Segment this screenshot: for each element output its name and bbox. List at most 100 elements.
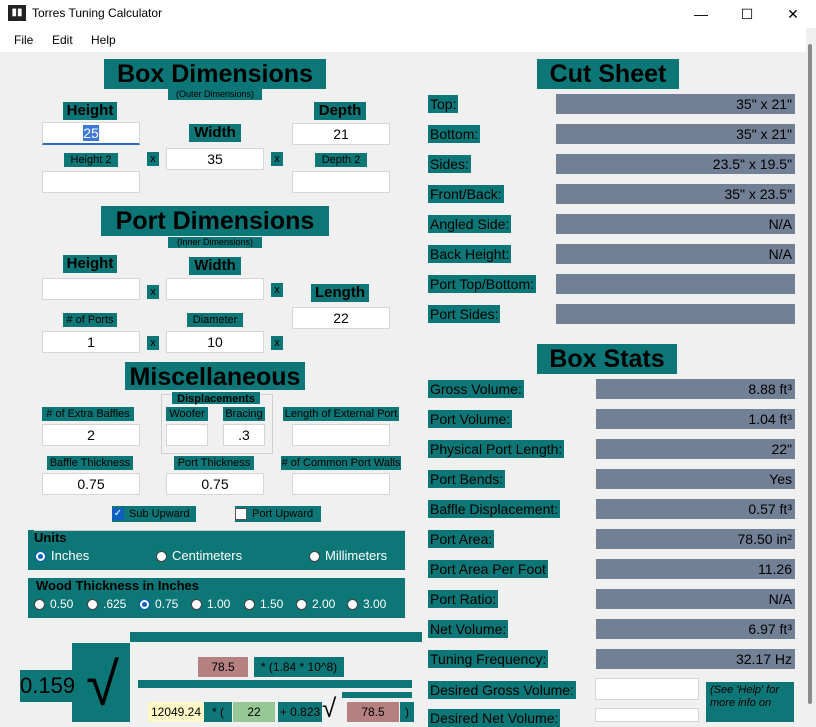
baffle-thickness-input[interactable]: 0.75 <box>42 473 140 495</box>
formula-volume: 12049.24 <box>148 702 204 722</box>
sqrt-small-icon: √ <box>322 693 337 723</box>
radio-selected-icon <box>35 551 46 563</box>
radio-icon <box>34 599 45 611</box>
stat-areaperfoot-value: 11.26 <box>596 559 795 579</box>
stat-portlength-value: 22" <box>596 439 795 459</box>
baffle-thickness-label: Baffle Thickness <box>47 456 133 470</box>
woofer-input[interactable] <box>166 424 208 446</box>
formula-length: 22 <box>233 702 275 722</box>
stat-bends-value: Yes <box>596 469 795 489</box>
group-border <box>34 530 405 531</box>
wood-300-radio[interactable]: 3.00 <box>347 596 386 612</box>
sub-upward-checkbox[interactable]: ✓ Sub Upward <box>112 506 196 522</box>
stat-ratio-label: Port Ratio: <box>428 590 499 608</box>
desired-net-label: Desired Net Volume: <box>428 709 561 727</box>
times-mark: x <box>271 152 283 166</box>
times-mark: x <box>271 283 283 297</box>
checkmark-icon: ✓ <box>112 508 124 521</box>
extra-baffles-input[interactable]: 2 <box>42 424 140 446</box>
wood-200-radio[interactable]: 2.00 <box>296 596 335 612</box>
num-ports-input[interactable]: 1 <box>42 331 140 353</box>
cut-frontback-label: Front/Back: <box>428 185 504 203</box>
units-centimeters-radio[interactable]: Centimeters <box>156 548 242 564</box>
close-button[interactable]: ✕ <box>770 0 816 28</box>
extra-baffles-label: # of Extra Baffles <box>42 407 134 421</box>
bracing-input[interactable]: .3 <box>223 424 265 446</box>
times-mark: x <box>271 336 283 350</box>
port-upward-label: Port Upward <box>252 508 314 520</box>
times-mark: x <box>147 336 159 350</box>
wood-0625-label: .625 <box>103 597 127 611</box>
desired-gross-input[interactable] <box>595 678 699 700</box>
wood-050-radio[interactable]: 0.50 <box>34 596 73 612</box>
box-width-label: Width <box>189 124 241 142</box>
stat-baffle-label: Baffle Displacement: <box>428 500 561 518</box>
cut-portsides-value <box>556 304 795 324</box>
port-upward-checkbox[interactable]: Port Upward <box>235 506 321 522</box>
menu-help[interactable]: Help <box>91 33 116 47</box>
maximize-button[interactable]: ☐ <box>724 0 770 28</box>
box-height-label: Height <box>63 102 117 120</box>
box-stats-title: Box Stats <box>537 344 677 374</box>
menu-file[interactable]: File <box>14 33 33 47</box>
units-millimeters-radio[interactable]: Millimeters <box>309 548 387 564</box>
common-walls-label: # of Common Port Walls <box>281 456 401 470</box>
port-thickness-label: Port Thickness <box>174 456 254 470</box>
formula-port-area: 78.5 <box>198 657 248 677</box>
cut-backheight-label: Back Height: <box>428 245 512 263</box>
radio-icon <box>191 599 202 611</box>
stat-gross-value: 8.88 ft³ <box>596 379 795 399</box>
cut-bottom-label: Bottom: <box>428 125 481 143</box>
port-length-input[interactable]: 22 <box>292 307 390 329</box>
box-width-input[interactable]: 35 <box>166 148 264 170</box>
box-depth2-label: Depth 2 <box>315 153 367 167</box>
box-depth-input[interactable]: 21 <box>292 123 390 145</box>
units-centimeters-label: Centimeters <box>172 548 243 563</box>
stat-portarea-label: Port Area: <box>428 530 495 548</box>
minimize-button[interactable]: — <box>678 0 724 28</box>
cut-angled-label: Angled Side: <box>428 215 512 233</box>
wood-100-label: 1.00 <box>207 597 231 611</box>
box-depth-label: Depth <box>314 102 366 120</box>
menu-edit[interactable]: Edit <box>52 33 73 47</box>
cut-frontback-value: 35" x 23.5" <box>556 184 795 204</box>
diameter-input[interactable]: 10 <box>166 331 264 353</box>
desired-gross-label: Desired Gross Volume: <box>428 681 576 699</box>
box-depth2-input[interactable] <box>292 171 390 193</box>
port-height-input[interactable] <box>42 278 140 300</box>
formula-factor: * (1.84 * 10^8) <box>254 657 344 677</box>
wood-100-radio[interactable]: 1.00 <box>191 596 230 612</box>
desired-net-input[interactable] <box>595 708 699 722</box>
units-inches-radio[interactable]: Inches <box>35 548 89 564</box>
radio-icon <box>87 599 98 611</box>
help-note: (See 'Help' for more info on <box>706 682 794 722</box>
stat-areaperfoot-label: Port Area Per Foot <box>428 560 548 578</box>
fraction-bar <box>138 680 412 688</box>
wood-075-radio[interactable]: 0.75 <box>139 596 178 612</box>
common-walls-input[interactable] <box>292 473 390 495</box>
times-mark: x <box>147 285 159 299</box>
sqrt-icon: √ <box>86 651 119 718</box>
app-icon: ▮▮ <box>8 5 26 21</box>
wood-0625-radio[interactable]: .625 <box>87 596 126 612</box>
cut-porttop-label: Port Top/Bottom: <box>428 275 537 293</box>
box-height2-input[interactable] <box>42 171 140 193</box>
stat-net-label: Net Volume: <box>428 620 509 638</box>
box-height-input[interactable]: 25 <box>42 122 140 145</box>
formula-plus: + 0.823 <box>278 702 322 722</box>
stat-bends-label: Port Bends: <box>428 470 506 488</box>
port-width-input[interactable] <box>166 278 264 300</box>
external-port-input[interactable] <box>292 424 390 446</box>
cut-portsides-label: Port Sides: <box>428 305 501 323</box>
radio-icon <box>347 599 358 611</box>
port-thickness-input[interactable]: 0.75 <box>166 473 264 495</box>
scrollbar-thumb[interactable] <box>808 44 812 704</box>
wood-150-radio[interactable]: 1.50 <box>244 596 283 612</box>
stat-portarea-value: 78.50 in² <box>596 529 795 549</box>
cut-top-label: Top: <box>428 95 459 113</box>
displacements-label: Displacements <box>172 392 260 405</box>
inner-sqrt-bar <box>342 692 412 698</box>
cut-backheight-value: N/A <box>556 244 795 264</box>
box-dimensions-title: Box Dimensions <box>104 59 326 89</box>
miscellaneous-title: Miscellaneous <box>125 362 305 391</box>
